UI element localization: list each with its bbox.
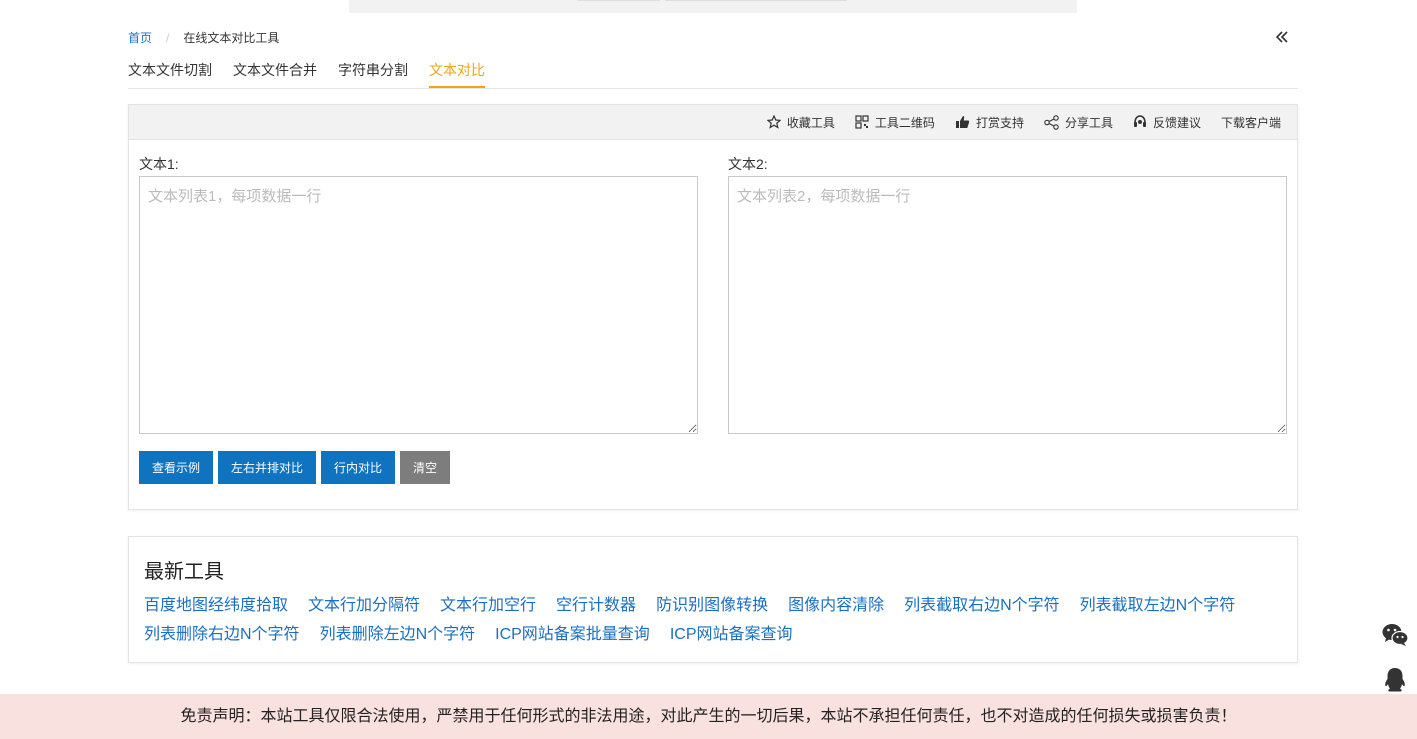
latest-tools-links: 百度地图经纬度拾取 文本行加分隔符 文本行加空行 空行计数器 防识别图像转换 图… [144, 591, 1264, 649]
top-strip-edge-right [665, 0, 847, 1]
wechat-icon[interactable] [1381, 622, 1409, 650]
latest-tool-link[interactable]: 列表删除左边N个字符 [320, 620, 476, 649]
tab-file-merge[interactable]: 文本文件合并 [233, 58, 317, 88]
tab-string-split[interactable]: 字符串分割 [338, 58, 408, 88]
breadcrumb-current: 在线文本对比工具 [183, 31, 280, 45]
latest-tools-section: 最新工具 百度地图经纬度拾取 文本行加分隔符 文本行加空行 空行计数器 防识别图… [128, 536, 1298, 663]
latest-tool-link[interactable]: 百度地图经纬度拾取 [144, 591, 288, 620]
latest-tool-link[interactable]: 列表删除右边N个字符 [144, 620, 300, 649]
text1-label: 文本1: [139, 156, 179, 172]
latest-tool-link[interactable]: 空行计数器 [556, 591, 636, 620]
qq-icon[interactable] [1381, 666, 1409, 694]
breadcrumb-separator: / [166, 31, 170, 45]
favorite-tool-label: 收藏工具 [786, 115, 835, 130]
tab-file-split[interactable]: 文本文件切割 [128, 58, 212, 88]
side-by-side-compare-button[interactable]: 左右并排对比 [218, 451, 317, 484]
latest-tool-link[interactable]: ICP网站备案查询 [670, 620, 793, 649]
action-buttons: 查看示例 左右并排对比 行内对比 清空 [139, 451, 455, 484]
share-tool-label: 分享工具 [1064, 115, 1113, 130]
star-icon [766, 115, 781, 129]
qrcode-button[interactable]: 工具二维码 [855, 114, 935, 131]
latest-tool-link[interactable]: 文本行加空行 [440, 591, 536, 620]
panel-toolbar: 收藏工具 工具二维码 打赏支持 分享工具 反馈建议 下载客户端 [129, 105, 1297, 140]
latest-tool-link[interactable]: 文本行加分隔符 [308, 591, 420, 620]
view-example-button[interactable]: 查看示例 [139, 451, 214, 484]
latest-tool-link[interactable]: 列表截取左边N个字符 [1080, 591, 1236, 620]
tool-tabs: 文本文件切割 文本文件合并 字符串分割 文本对比 [128, 58, 1298, 89]
download-client-button[interactable]: 下载客户端 [1221, 114, 1281, 131]
latest-tool-link[interactable]: 列表截取右边N个字符 [904, 591, 1060, 620]
download-client-label: 下载客户端 [1220, 115, 1281, 130]
headset-icon [1133, 115, 1146, 127]
text2-label: 文本2: [728, 156, 768, 172]
latest-tool-link[interactable]: 图像内容清除 [788, 591, 884, 620]
reward-button[interactable]: 打赏支持 [955, 114, 1024, 131]
top-banner-strip [349, 0, 1077, 13]
latest-tool-link[interactable]: ICP网站备案批量查询 [495, 620, 650, 649]
latest-tools-title: 最新工具 [144, 561, 224, 583]
compare-panel: 收藏工具 工具二维码 打赏支持 分享工具 反馈建议 下载客户端 文本1: 文本列… [128, 104, 1298, 510]
clear-button[interactable]: 清空 [400, 451, 451, 484]
share-tool-button[interactable]: 分享工具 [1044, 114, 1113, 131]
tab-text-compare[interactable]: 文本对比 [429, 58, 485, 88]
latest-tool-link[interactable]: 防识别图像转换 [656, 591, 768, 620]
double-chevron-left-icon[interactable] [1272, 28, 1292, 48]
text2-input[interactable] [728, 176, 1287, 434]
disclaimer-bar: 免责声明：本站工具仅限合法使用，严禁用于任何形式的非法用途，对此产生的一切后果，… [0, 694, 1417, 739]
breadcrumb-home-link[interactable]: 首页 [128, 30, 152, 46]
inline-compare-button[interactable]: 行内对比 [321, 451, 396, 484]
qrcode-icon [855, 115, 869, 129]
thumbs-up-icon [955, 116, 970, 128]
feedback-label: 反馈建议 [1152, 115, 1201, 130]
qrcode-label: 工具二维码 [874, 115, 935, 130]
favorite-tool-button[interactable]: 收藏工具 [766, 114, 835, 131]
feedback-button[interactable]: 反馈建议 [1133, 114, 1201, 131]
top-strip-edge-left [578, 0, 660, 1]
reward-label: 打赏支持 [975, 115, 1024, 130]
breadcrumb: 首页 / 在线文本对比工具 [128, 30, 279, 46]
text1-input[interactable] [139, 176, 698, 434]
share-icon [1044, 114, 1059, 130]
